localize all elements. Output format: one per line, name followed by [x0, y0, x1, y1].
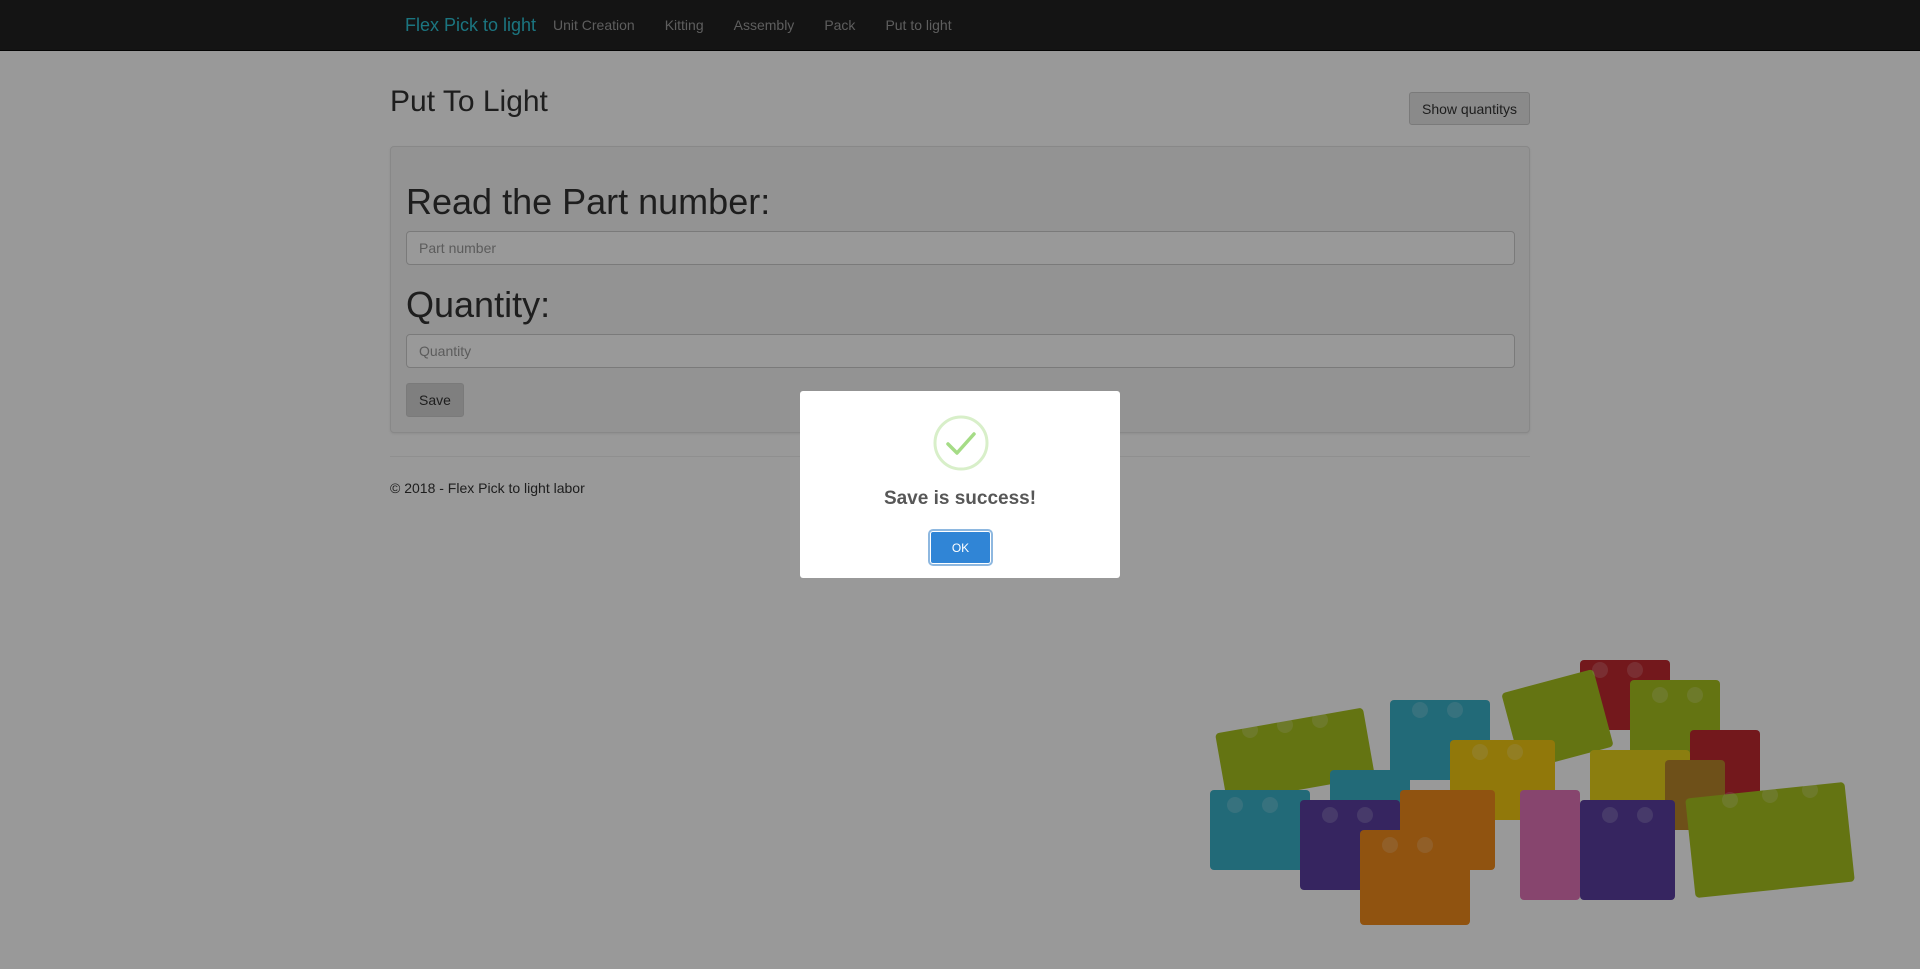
- success-dialog: Save is success! OK: [800, 391, 1120, 578]
- page: Flex Pick to light Unit Creation Kitting…: [0, 0, 1920, 969]
- dialog-title: Save is success!: [883, 488, 1037, 509]
- ok-button[interactable]: OK: [928, 529, 993, 566]
- check-icon: [933, 415, 989, 471]
